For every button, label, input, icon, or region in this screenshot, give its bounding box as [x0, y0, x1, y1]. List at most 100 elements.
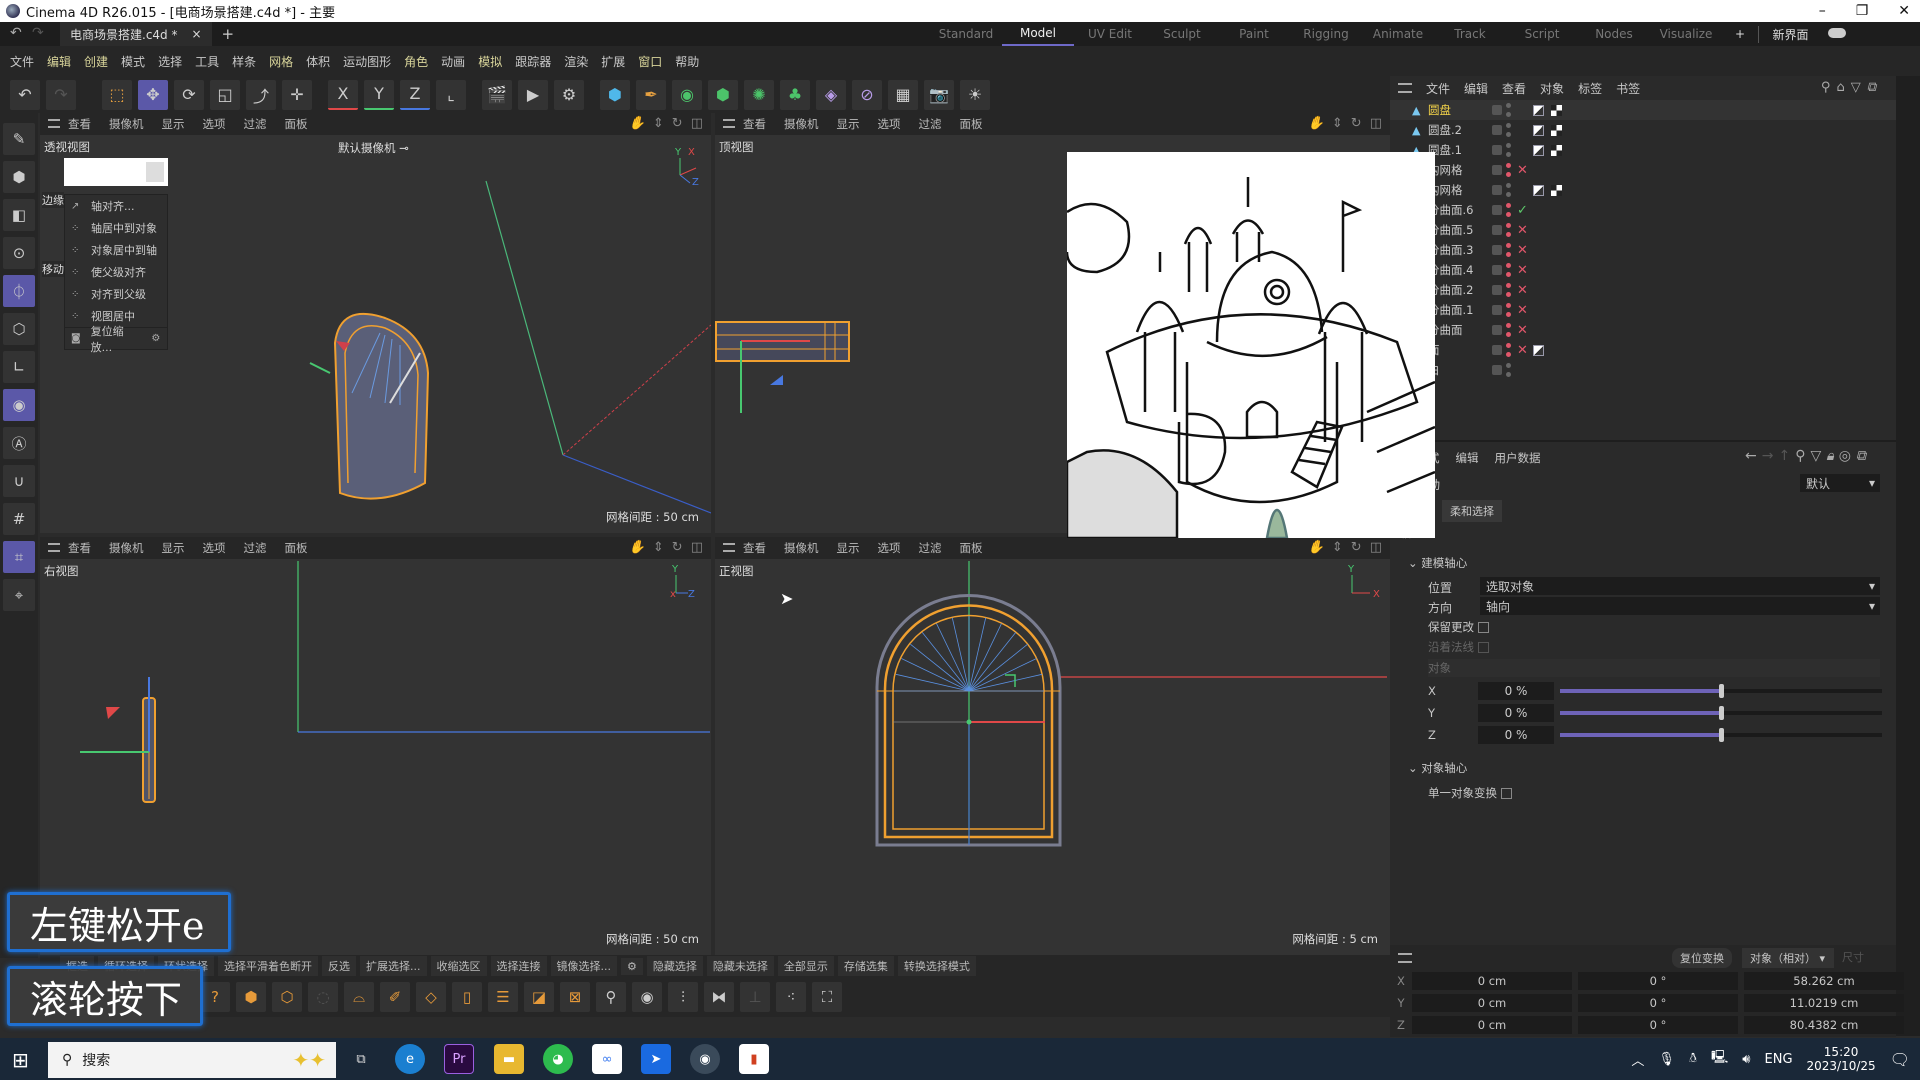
edit-mode-icon[interactable]: ✎: [3, 123, 35, 155]
rotation-field[interactable]: 0 °: [1578, 972, 1738, 990]
size-field[interactable]: 58.262 cm: [1744, 972, 1904, 990]
bevel-icon[interactable]: ⌓: [344, 982, 374, 1012]
material-tag-icon[interactable]: [1551, 144, 1562, 156]
new-window-icon[interactable]: ⧉: [1856, 448, 1871, 464]
clock[interactable]: 15:20 2023/10/25: [1807, 1045, 1876, 1073]
object-list-item[interactable]: ▲ 分曲面.4 ✕: [1390, 260, 1896, 280]
viewport-menu-icon[interactable]: [48, 119, 60, 128]
pan-icon[interactable]: ✋: [629, 540, 645, 555]
render-view-icon[interactable]: 🎬: [482, 79, 512, 110]
orbit-icon[interactable]: ↻: [672, 540, 683, 555]
solo-mode-icon[interactable]: ◉: [3, 389, 35, 421]
viewport-menu-view[interactable]: 查看: [743, 116, 766, 132]
menu-create[interactable]: 创建: [84, 53, 108, 70]
wechat-icon[interactable]: ◕: [543, 1044, 573, 1074]
quantize-icon[interactable]: ⌖: [3, 579, 35, 611]
phong-tag-icon[interactable]: [1533, 124, 1544, 136]
pan-icon[interactable]: ✋: [1308, 116, 1324, 131]
orientation-dropdown[interactable]: 轴向 ▾: [1480, 597, 1880, 615]
layout-tab-paint[interactable]: Paint: [1218, 27, 1290, 41]
close-tab-icon[interactable]: ×: [191, 27, 201, 41]
new-window-icon[interactable]: ⧉: [1867, 80, 1882, 95]
slide-icon[interactable]: ☰: [488, 982, 518, 1012]
soft-selection-button[interactable]: 柔和选择: [1442, 500, 1502, 522]
along-normal-checkbox[interactable]: [1478, 641, 1489, 653]
menu-item-align-to-parent[interactable]: ⁘ 对齐到父级: [65, 283, 167, 305]
modeling-axis-section[interactable]: ⌄ 建模轴心: [1408, 555, 1467, 571]
retain-changes-checkbox[interactable]: [1478, 621, 1489, 633]
object-list-item[interactable]: ▲ 面 ✕: [1390, 340, 1896, 360]
viewport-menu-icon[interactable]: [723, 543, 735, 552]
object-axis-section[interactable]: ⌄ 对象轴心: [1408, 760, 1467, 776]
disabled-x-icon[interactable]: ✕: [1517, 223, 1528, 238]
menu-item-axis-align[interactable]: ↗ 轴对齐...: [65, 195, 167, 217]
stitch-icon[interactable]: ◪: [524, 982, 554, 1012]
layout-tab-uv-edit[interactable]: UV Edit: [1074, 27, 1146, 41]
feishu-icon[interactable]: ➤: [641, 1044, 671, 1074]
visibility-dots-icon[interactable]: [1506, 163, 1511, 177]
hamburger-icon[interactable]: [1398, 953, 1412, 963]
cloner-icon[interactable]: ✺: [744, 79, 774, 110]
layer-icon[interactable]: [1492, 245, 1502, 255]
add-layout-button[interactable]: +: [1722, 27, 1758, 41]
selection-tool-button[interactable]: 选择平滑着色断开: [218, 956, 318, 976]
selection-tool-button[interactable]: 隐藏未选择: [706, 956, 774, 976]
knife-icon[interactable]: ✐: [380, 982, 410, 1012]
menu-extensions[interactable]: 扩展: [601, 53, 625, 70]
axis-mode-icon[interactable]: ∟: [3, 351, 35, 383]
axis-slider[interactable]: [1560, 684, 1882, 698]
point-mode-icon[interactable]: ⊙: [3, 237, 35, 269]
viewport-menu-view[interactable]: 查看: [68, 540, 91, 556]
light-icon[interactable]: ☀: [960, 79, 990, 110]
visibility-dots-icon[interactable]: [1506, 183, 1511, 197]
visibility-dots-icon[interactable]: [1506, 243, 1511, 257]
dolly-icon[interactable]: ⇕: [1332, 540, 1343, 555]
menu-help[interactable]: 帮助: [675, 53, 699, 70]
orbit-icon[interactable]: ↻: [1351, 116, 1362, 131]
pan-icon[interactable]: ✋: [1308, 540, 1324, 555]
new-tab-icon[interactable]: +: [222, 25, 235, 43]
visibility-dots-icon[interactable]: [1506, 363, 1511, 377]
dolly-icon[interactable]: ⇕: [653, 116, 664, 131]
phong-tag-icon[interactable]: [1533, 144, 1544, 156]
layer-icon[interactable]: [1492, 105, 1502, 115]
cube-icon[interactable]: ⬢: [600, 79, 630, 110]
layout-tab-script[interactable]: Script: [1506, 27, 1578, 41]
viewport-menu-panel[interactable]: 面板: [285, 540, 308, 556]
visibility-dots-icon[interactable]: [1506, 103, 1511, 117]
position-field[interactable]: 0 cm: [1412, 972, 1572, 990]
layer-icon[interactable]: [1492, 365, 1502, 375]
bodypaint-icon[interactable]: ⛶: [812, 982, 842, 1012]
orbit-icon[interactable]: ↻: [672, 116, 683, 131]
mograph-icon[interactable]: ♣: [780, 79, 810, 110]
hamburger-icon[interactable]: [1398, 83, 1412, 93]
pan-icon[interactable]: ✋: [629, 116, 645, 131]
om-menu-view[interactable]: 查看: [1502, 80, 1526, 97]
render-picture-icon[interactable]: ▶: [518, 79, 548, 110]
loop-cut-icon[interactable]: ▯: [452, 982, 482, 1012]
object-list-item[interactable]: ▲ 分曲面.5 ✕: [1390, 220, 1896, 240]
menu-render[interactable]: 渲染: [564, 53, 588, 70]
phong-tag-icon[interactable]: [1533, 184, 1544, 196]
viewport-menu-camera[interactable]: 摄像机: [109, 116, 144, 132]
viewport-menu-camera[interactable]: 摄像机: [784, 116, 819, 132]
dolly-icon[interactable]: ⇕: [653, 540, 664, 555]
model-mode-icon[interactable]: ⬢: [3, 161, 35, 193]
layer-icon[interactable]: [1492, 345, 1502, 355]
search-icon[interactable]: ⚲: [1821, 80, 1837, 95]
menu-animate[interactable]: 动画: [441, 53, 465, 70]
extrude-icon[interactable]: ⬢: [236, 982, 266, 1012]
preset-dropdown[interactable]: 默认 ▾: [1800, 474, 1880, 492]
layer-icon[interactable]: [1492, 265, 1502, 275]
viewport-menu-filter[interactable]: 过滤: [919, 540, 942, 556]
mirror-icon[interactable]: ⧓: [704, 982, 734, 1012]
file-explorer-icon[interactable]: ▬: [494, 1044, 524, 1074]
menu-item-object-center-to-axis[interactable]: ⁘ 对象居中到轴: [65, 239, 167, 261]
notifications-icon[interactable]: 🗨︎: [1890, 1050, 1910, 1069]
menu-tools[interactable]: 工具: [195, 53, 219, 70]
texture-mode-icon[interactable]: ◧: [3, 199, 35, 231]
optimize-icon[interactable]: ⊥: [740, 982, 770, 1012]
baidu-netdisk-icon[interactable]: ∞: [592, 1044, 622, 1074]
transform-tool-icon[interactable]: ⤴: [246, 79, 276, 110]
undo-icon[interactable]: ↶: [10, 25, 22, 41]
